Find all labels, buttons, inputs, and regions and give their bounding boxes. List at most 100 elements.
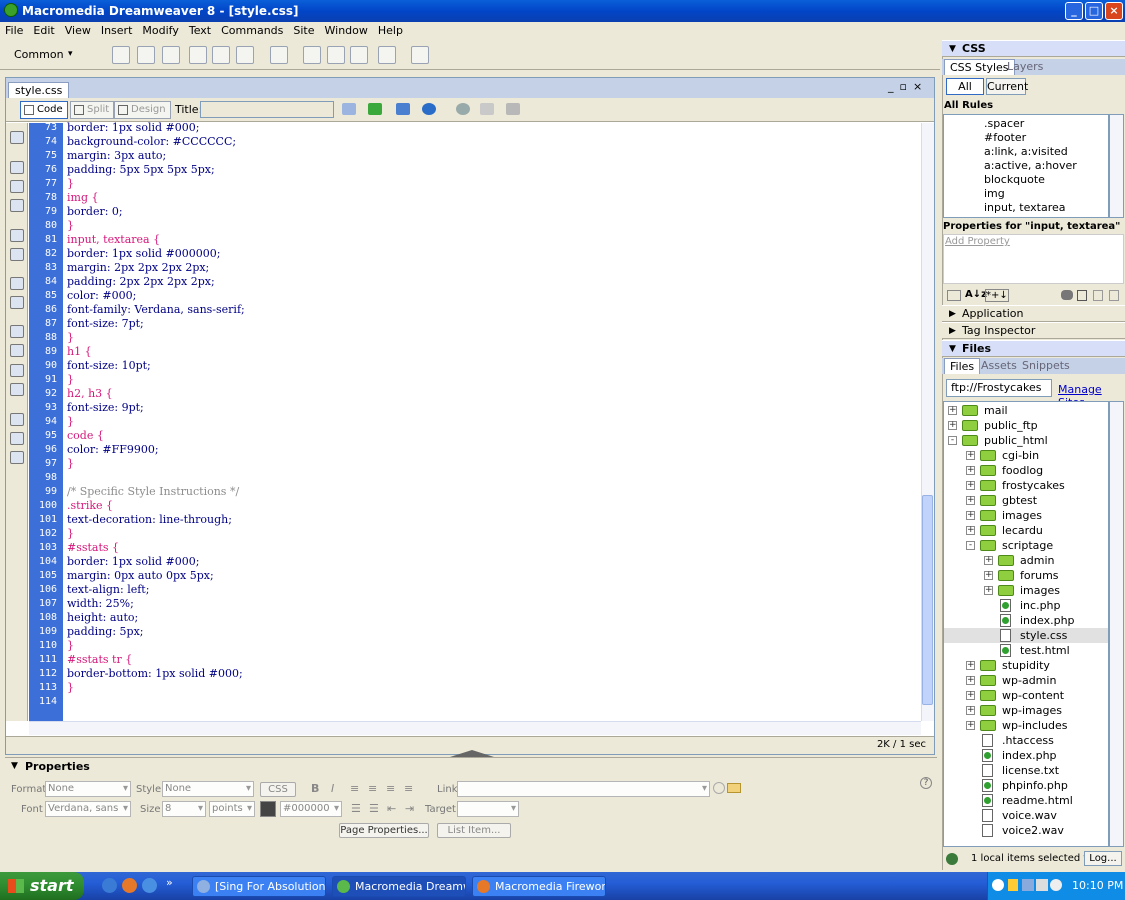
- layer-icon[interactable]: [212, 46, 230, 64]
- code-line[interactable]: margin: 0px auto 0px 5px;: [67, 569, 214, 583]
- file-tree-folder[interactable]: + frostycakes: [944, 478, 1108, 493]
- menu-view[interactable]: View: [60, 22, 96, 40]
- file-tree-folder[interactable]: + public_ftp: [944, 418, 1108, 433]
- font-select[interactable]: Verdana, sans: [45, 801, 131, 817]
- code-line[interactable]: }: [67, 331, 74, 345]
- file-tree-folder[interactable]: - public_html: [944, 433, 1108, 448]
- file-tree-folder[interactable]: + foodlog: [944, 463, 1108, 478]
- file-tree-file[interactable]: inc.php: [944, 598, 1108, 613]
- file-tree-folder[interactable]: + wp-admin: [944, 673, 1108, 688]
- menu-file[interactable]: File: [0, 22, 28, 40]
- indent-code-icon[interactable]: [10, 413, 24, 426]
- text-color-swatch[interactable]: [260, 801, 276, 817]
- balance-braces-icon[interactable]: [10, 248, 24, 261]
- view-options-icon[interactable]: [478, 101, 498, 118]
- code-scroll-thumb[interactable]: [922, 495, 933, 705]
- expand-icon[interactable]: +: [966, 721, 975, 730]
- tab-assets[interactable]: Assets: [976, 358, 1022, 374]
- code-line[interactable]: code {: [67, 429, 104, 443]
- file-tree-folder[interactable]: + forums: [944, 568, 1108, 583]
- alpha-view-icon[interactable]: A↓z: [965, 289, 987, 300]
- start-button[interactable]: start: [0, 872, 84, 900]
- collapse-icon[interactable]: -: [948, 436, 957, 445]
- document-tab[interactable]: style.css: [8, 82, 70, 98]
- code-line[interactable]: border: 1px solid #000000;: [67, 247, 220, 261]
- code-line[interactable]: border: 1px solid #000;: [67, 555, 199, 569]
- recent-snippets-icon[interactable]: [10, 383, 24, 396]
- no-browser-check-errors-icon[interactable]: [340, 101, 360, 118]
- collapse-selection-icon[interactable]: [10, 180, 24, 193]
- code-line[interactable]: color: #FF9900;: [67, 443, 159, 457]
- file-tree-folder[interactable]: - scriptage: [944, 538, 1108, 553]
- design-view-button[interactable]: Design: [114, 101, 171, 119]
- line-numbers-icon[interactable]: [10, 277, 24, 290]
- css-mode-all-button[interactable]: All: [946, 78, 984, 95]
- file-tree-file[interactable]: phpinfo.php: [944, 778, 1108, 793]
- file-tree-file[interactable]: readme.html: [944, 793, 1108, 808]
- taskbar-item-sing-for-absolution[interactable]: [Sing For Absolution -...: [192, 876, 326, 897]
- tab-snippets[interactable]: Snippets: [1017, 358, 1075, 374]
- tab-files[interactable]: Files: [944, 358, 981, 374]
- taskbar-item-dreamweaver[interactable]: Macromedia Dreamw...: [332, 876, 466, 897]
- code-line[interactable]: h2, h3 {: [67, 387, 113, 401]
- text-indent-icon[interactable]: ⇥: [405, 802, 414, 815]
- size-unit-select[interactable]: points: [209, 801, 255, 817]
- refresh-icon[interactable]: [454, 101, 474, 118]
- hyperlink-icon[interactable]: [112, 46, 130, 64]
- css-rule-item[interactable]: .spacer: [984, 117, 1024, 131]
- open-documents-icon[interactable]: [10, 131, 24, 144]
- file-tree-file[interactable]: license.txt: [944, 763, 1108, 778]
- file-tree-file[interactable]: voice2.wav: [944, 823, 1108, 838]
- file-tree-folder[interactable]: + images: [944, 508, 1108, 523]
- file-tree-folder[interactable]: + images: [944, 583, 1108, 598]
- expand-icon[interactable]: +: [966, 466, 975, 475]
- text-outdent-icon[interactable]: ⇤: [387, 802, 396, 815]
- code-line[interactable]: padding: 5px;: [67, 625, 143, 639]
- highlight-invalid-code-icon[interactable]: [10, 296, 24, 309]
- code-line[interactable]: /* Specific Style Instructions */: [67, 485, 239, 499]
- menu-help[interactable]: Help: [373, 22, 408, 40]
- internet-explorer-icon[interactable]: [102, 878, 117, 893]
- code-line[interactable]: color: #000;: [67, 289, 136, 303]
- text-color-input[interactable]: #000000: [280, 801, 342, 817]
- code-line[interactable]: img {: [67, 191, 99, 205]
- expand-icon[interactable]: +: [966, 451, 975, 460]
- code-line[interactable]: .strike {: [67, 499, 113, 513]
- file-tree-folder[interactable]: + mail: [944, 403, 1108, 418]
- code-line[interactable]: border: 0;: [67, 205, 123, 219]
- expand-icon[interactable]: +: [948, 406, 957, 415]
- code-line[interactable]: }: [67, 219, 74, 233]
- collapse-icon[interactable]: -: [966, 541, 975, 550]
- format-select[interactable]: None: [45, 781, 131, 797]
- code-line[interactable]: text-decoration: line-through;: [67, 513, 232, 527]
- apply-comment-icon[interactable]: [10, 325, 24, 338]
- collapse-full-tag-icon[interactable]: [10, 161, 24, 174]
- size-select[interactable]: 8: [162, 801, 206, 817]
- outdent-code-icon[interactable]: [10, 432, 24, 445]
- css-rule-item[interactable]: blockquote: [984, 173, 1045, 187]
- file-tree-file[interactable]: test.html: [944, 643, 1108, 658]
- properties-panel-header[interactable]: ▼ Properties: [5, 757, 937, 774]
- file-tree-folder[interactable]: + wp-images: [944, 703, 1108, 718]
- code-line[interactable]: margin: 3px auto;: [67, 149, 166, 163]
- messenger-icon[interactable]: [1050, 879, 1062, 891]
- edit-style-icon[interactable]: [1093, 290, 1103, 301]
- quicklaunch-more-icon[interactable]: »: [166, 876, 173, 889]
- css-rule-item[interactable]: img: [984, 187, 1005, 201]
- preview-in-browser-icon[interactable]: [420, 101, 440, 118]
- code-line[interactable]: border: 1px solid #000;: [67, 121, 199, 135]
- named-anchor-icon[interactable]: [162, 46, 180, 64]
- minimize-button[interactable]: _: [1065, 2, 1083, 20]
- application-panel-header[interactable]: ▶ Application: [942, 305, 1125, 322]
- code-line[interactable]: h1 {: [67, 345, 92, 359]
- tab-layers[interactable]: Layers: [1002, 59, 1048, 75]
- code-line[interactable]: }: [67, 373, 74, 387]
- list-item-button[interactable]: List Item...: [437, 823, 511, 838]
- bold-icon[interactable]: B: [311, 782, 319, 795]
- file-tree-folder[interactable]: + stupidity: [944, 658, 1108, 673]
- attach-style-sheet-icon[interactable]: [1061, 290, 1073, 300]
- comment-icon[interactable]: [350, 46, 368, 64]
- code-line[interactable]: border-bottom: 1px solid #000;: [67, 667, 243, 681]
- browse-folder-icon[interactable]: [727, 783, 741, 793]
- site-select[interactable]: ftp://Frostycakes: [946, 379, 1052, 397]
